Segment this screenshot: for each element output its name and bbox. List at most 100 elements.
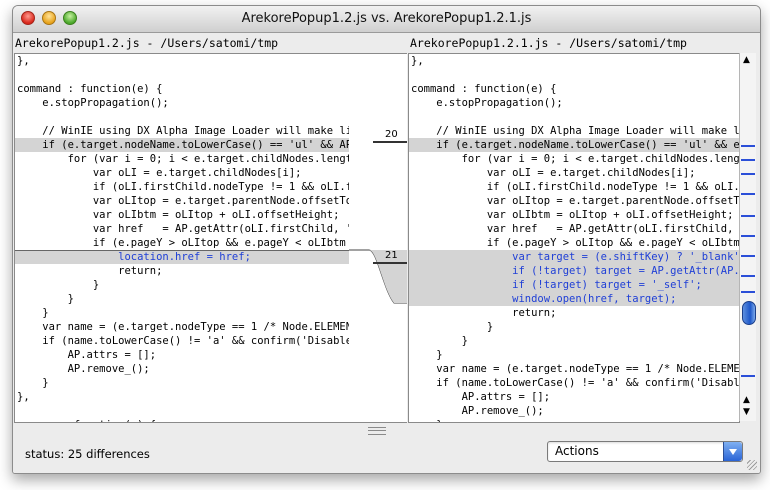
code-line: var href = AP.getAttr(oLI.firstChild, '	[409, 222, 739, 236]
code-line: }	[409, 418, 739, 422]
code-line: command : function(e) {	[409, 82, 739, 96]
chevron-down-icon[interactable]	[723, 442, 742, 461]
scroll-diff-mark[interactable]	[741, 173, 755, 175]
code-line-text: command : function(e) {	[17, 83, 163, 95]
scroll-diff-mark[interactable]	[741, 159, 755, 161]
code-line-text: e.stopPropagation();	[17, 97, 169, 109]
scroll-diff-mark[interactable]	[741, 235, 755, 237]
code-line-text: for (var i = 0; i < e.target.childNodes.…	[17, 153, 350, 165]
scroll-up-arrow-icon[interactable]: ▲	[743, 395, 750, 405]
code-line: AP.remove_();	[15, 362, 349, 376]
code-line-text: window.open(href, target);	[411, 293, 677, 305]
code-line-text: remove : function(e) {	[17, 418, 156, 422]
code-line-text: var oLI = e.target.childNodes[i];	[17, 167, 302, 179]
scroll-diff-mark[interactable]	[741, 255, 755, 257]
code-line-text: }	[411, 418, 442, 422]
code-line-text: var oLI = e.target.childNodes[i];	[411, 167, 696, 179]
code-line-text: // WinIE using DX Alpha Image Loader wil…	[411, 125, 740, 137]
code-line: for (var i = 0; i < e.target.childNodes.…	[409, 152, 739, 166]
code-line-text: },	[411, 55, 424, 67]
code-line-text: }	[17, 279, 100, 291]
code-line: if (!target) target = '_self';	[409, 278, 739, 292]
code-line-text: if (oLI.firstChild.nodeType != 1 && oLI.…	[411, 181, 740, 193]
code-line-text: location.href = href;	[17, 251, 251, 263]
vertical-scrollbar[interactable]: ▲ ▲ ▼	[739, 53, 756, 421]
diff-20-marker[interactable]: 20	[373, 129, 407, 146]
code-line: }	[15, 292, 349, 306]
code-line: return;	[15, 264, 349, 278]
code-line-text: var href = AP.getAttr(oLI.firstChild, '	[411, 223, 740, 235]
code-line-text: if (oLI.firstChild.nodeType != 1 && oLI.…	[17, 181, 350, 193]
code-line-text: if (!target) target = '_self';	[411, 279, 702, 291]
code-line: }	[15, 306, 349, 320]
code-line: }	[15, 278, 349, 292]
code-line-text: },	[17, 391, 30, 403]
code-line-text: }	[17, 377, 49, 389]
scroll-diff-mark[interactable]	[741, 291, 755, 293]
status-bar: status: 25 differences Actions	[13, 436, 760, 473]
code-line: var oLIbtm = oLItop + oLI.offsetHeight;	[15, 208, 349, 222]
code-line: AP.attrs = [];	[15, 348, 349, 362]
code-line-text: }	[411, 349, 443, 361]
code-line: }	[409, 334, 739, 348]
diff-window: ArekorePopup1.2.js vs. ArekorePopup1.2.1…	[12, 5, 761, 474]
code-line: remove : function(e) {	[15, 418, 349, 422]
code-line: e.stopPropagation();	[409, 96, 739, 110]
code-line: if (e.pageY > oLItop && e.pageY < oLIbtm	[15, 236, 349, 250]
code-line: if (e.target.nodeName.toLowerCase() == '…	[15, 138, 349, 152]
status-text: status: 25 differences	[25, 447, 150, 461]
code-line: AP.attrs = [];	[409, 390, 739, 404]
code-line: for (var i = 0; i < e.target.childNodes.…	[15, 152, 349, 166]
title-bar[interactable]: ArekorePopup1.2.js vs. ArekorePopup1.2.1…	[13, 6, 760, 33]
actions-label: Actions	[555, 444, 599, 458]
code-line-text: if (e.target.nodeName.toLowerCase() == '…	[411, 139, 740, 151]
left-code-pane[interactable]: }, command : function(e) { e.stopPropagat…	[14, 53, 350, 423]
code-line-text: AP.remove_();	[17, 363, 150, 375]
actions-popup-button[interactable]: Actions	[547, 441, 743, 462]
code-line-text: e.stopPropagation();	[411, 97, 563, 109]
code-line-text: var target = (e.shiftKey) ? '_blank'	[411, 251, 740, 263]
code-line: if (oLI.firstChild.nodeType != 1 && oLI.…	[409, 180, 739, 194]
scroll-up-arrow-icon[interactable]: ▲	[743, 55, 750, 65]
code-line: // WinIE using DX Alpha Image Loader wil…	[409, 124, 739, 138]
code-line: e.stopPropagation();	[15, 96, 349, 110]
code-line: },	[409, 54, 739, 68]
code-line-text: command : function(e) {	[411, 83, 557, 95]
code-line: return;	[409, 306, 739, 320]
scroll-diff-mark[interactable]	[741, 215, 755, 217]
diff-connector-graphic: 20 21	[349, 129, 407, 304]
code-line: var target = (e.shiftKey) ? '_blank'	[409, 250, 739, 264]
code-line-text: if (e.pageY > oLItop && e.pageY < oLIbtm	[17, 237, 346, 249]
code-line-text: var oLItop = e.target.parentNode.offsetT…	[17, 195, 350, 207]
code-line-text: for (var i = 0; i < e.target.childNodes.…	[411, 153, 740, 165]
code-line: if (!target) target = AP.getAttr(AP.	[409, 264, 739, 278]
right-pane-header: ArekorePopup1.2.1.js - /Users/satomi/tmp	[410, 36, 687, 50]
scroll-diff-mark[interactable]	[741, 375, 755, 377]
code-line: var name = (e.target.nodeType == 1 /* No…	[409, 362, 739, 376]
code-line-text: var href = AP.getAttr(oLI.firstChild, '	[17, 223, 350, 235]
code-line: AP.remove_();	[409, 404, 739, 418]
code-line: var oLI = e.target.childNodes[i];	[409, 166, 739, 180]
scroll-thumb[interactable]	[742, 301, 756, 325]
scroll-diff-mark[interactable]	[741, 275, 755, 277]
code-line-text: if (e.target.nodeName.toLowerCase() == '…	[17, 139, 350, 151]
scroll-down-arrow-icon[interactable]: ▼	[743, 407, 750, 417]
code-line: if (oLI.firstChild.nodeType != 1 && oLI.…	[15, 180, 349, 194]
diff-21-label: 21	[385, 250, 398, 261]
code-line: window.open(href, target);	[409, 292, 739, 306]
code-line: var href = AP.getAttr(oLI.firstChild, '	[15, 222, 349, 236]
scroll-diff-mark[interactable]	[741, 145, 755, 147]
code-line: },	[15, 54, 349, 68]
code-line-text: var oLIbtm = oLItop + oLI.offsetHeight;	[411, 209, 734, 221]
code-line: if (name.toLowerCase() != 'a' && confirm…	[409, 376, 739, 390]
right-code-pane[interactable]: }, command : function(e) { e.stopPropagat…	[408, 53, 740, 423]
scroll-diff-mark[interactable]	[741, 193, 755, 195]
pane-divider-grip[interactable]	[368, 427, 386, 435]
resize-grip-icon[interactable]	[747, 460, 757, 470]
code-line: }	[409, 320, 739, 334]
code-line: },	[15, 390, 349, 404]
code-line-text: AP.remove_();	[411, 405, 544, 417]
